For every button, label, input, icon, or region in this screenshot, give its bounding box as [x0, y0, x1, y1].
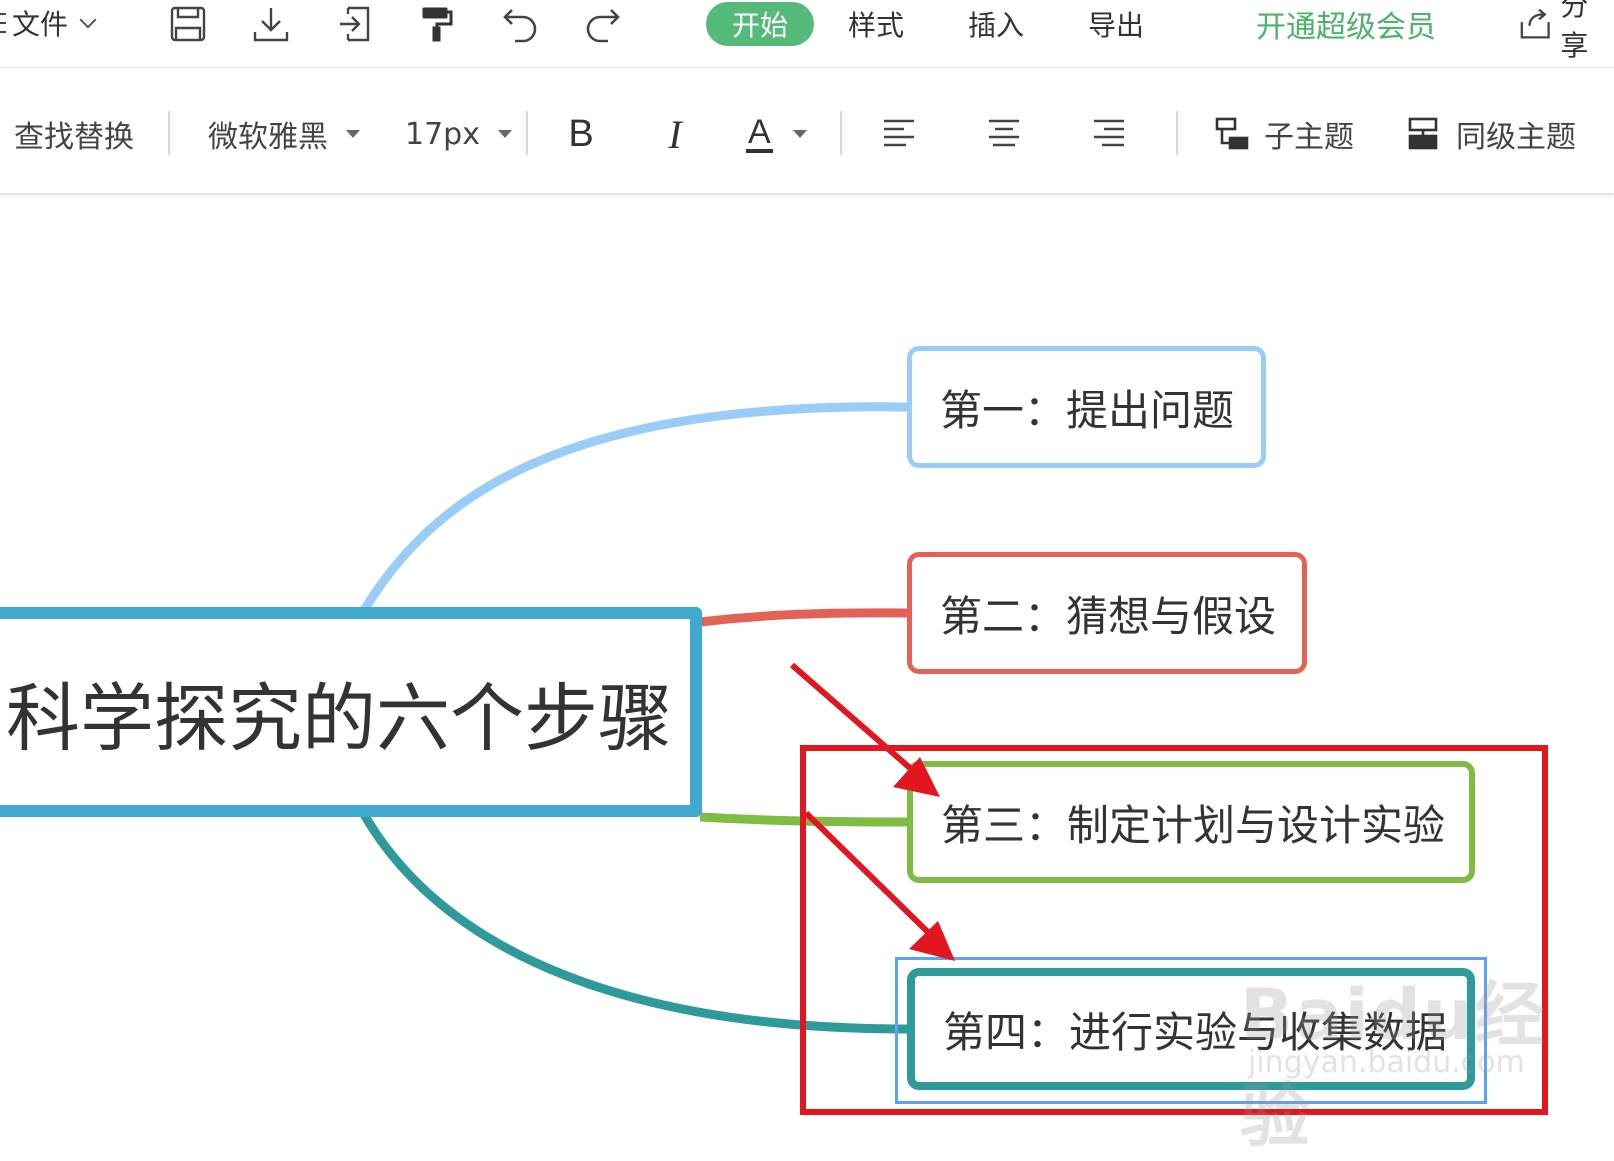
save-icon [170, 6, 206, 42]
toolbar-divider [840, 111, 842, 155]
download-icon [253, 8, 289, 42]
download-button[interactable] [249, 2, 293, 46]
sibling-topic-label: 同级主题 [1456, 120, 1576, 155]
font-color-button[interactable]: A [746, 109, 807, 159]
font-size-value: 17px [405, 116, 480, 152]
italic-icon: I [668, 111, 682, 157]
bold-icon: B [568, 112, 594, 155]
format-painter-button[interactable] [415, 2, 459, 46]
watermark-url: jingyan.baidu.com [1248, 1045, 1525, 1080]
chevron-down-icon [79, 11, 97, 29]
vip-upgrade-link[interactable]: 开通超级会员 [1256, 2, 1436, 46]
child-topic-icon [1215, 117, 1249, 150]
toolbar-divider [168, 111, 170, 155]
align-left-button[interactable] [874, 109, 924, 159]
undo-button[interactable] [498, 2, 542, 46]
tab-insert[interactable]: 插入 [968, 2, 1024, 46]
annotation-arrow-2 [803, 810, 938, 942]
bold-button[interactable]: B [556, 109, 606, 159]
align-right-button[interactable] [1084, 109, 1134, 159]
import-button[interactable] [332, 2, 376, 46]
tab-style[interactable]: 样式 [848, 2, 904, 46]
format-painter-icon [422, 7, 453, 42]
toolbar-divider [526, 111, 528, 155]
annotation-arrow-1 [790, 662, 920, 778]
align-center-button[interactable] [979, 109, 1029, 159]
add-sibling-topic-button[interactable]: 同级主题 [1406, 109, 1576, 159]
mindmap-canvas[interactable]: 科学探究的六个步骤 第一：提出问题 第二：猜想与假设 第三：制定计划与设计实验 … [0, 197, 1614, 1157]
format-toolbar: 查找替换 微软雅黑 17px B I A 子主题 同级主题 [0, 69, 1614, 195]
font-color-icon: A [746, 113, 773, 153]
redo-icon [586, 9, 620, 43]
caret-down-icon [346, 130, 360, 138]
italic-button[interactable]: I [650, 109, 700, 159]
font-size-select[interactable]: 17px [405, 109, 512, 159]
menu-icon [0, 13, 6, 33]
annotation-arrowhead-2 [909, 921, 955, 961]
align-right-icon [1094, 119, 1124, 147]
align-center-icon [989, 119, 1019, 147]
caret-down-icon [792, 130, 807, 138]
sibling-topic-icon [1408, 117, 1438, 150]
font-family-value: 微软雅黑 [208, 120, 328, 155]
save-button[interactable] [166, 2, 210, 46]
align-left-icon [884, 119, 914, 147]
tab-start[interactable]: 开始 [706, 2, 814, 46]
import-icon [340, 6, 370, 42]
undo-icon [503, 9, 537, 43]
share-button[interactable]: 分享 [1518, 0, 1614, 62]
share-icon [1520, 8, 1550, 39]
redo-button[interactable] [581, 2, 625, 46]
menu-bar: 文件 开始 样式 插入 导出 开通超级会员 分享 [0, 0, 1614, 68]
find-replace-button[interactable]: 查找替换 [14, 109, 134, 159]
child-topic-label: 子主题 [1264, 120, 1354, 155]
toolbar-divider [1176, 111, 1178, 155]
font-family-select[interactable]: 微软雅黑 [208, 109, 360, 159]
add-child-topic-button[interactable]: 子主题 [1214, 109, 1354, 159]
file-menu-label: 文件 [12, 8, 69, 41]
caret-down-icon [497, 130, 512, 138]
tab-export[interactable]: 导出 [1088, 2, 1144, 46]
share-label: 分享 [1560, 0, 1589, 62]
file-menu[interactable]: 文件 [0, 0, 97, 46]
